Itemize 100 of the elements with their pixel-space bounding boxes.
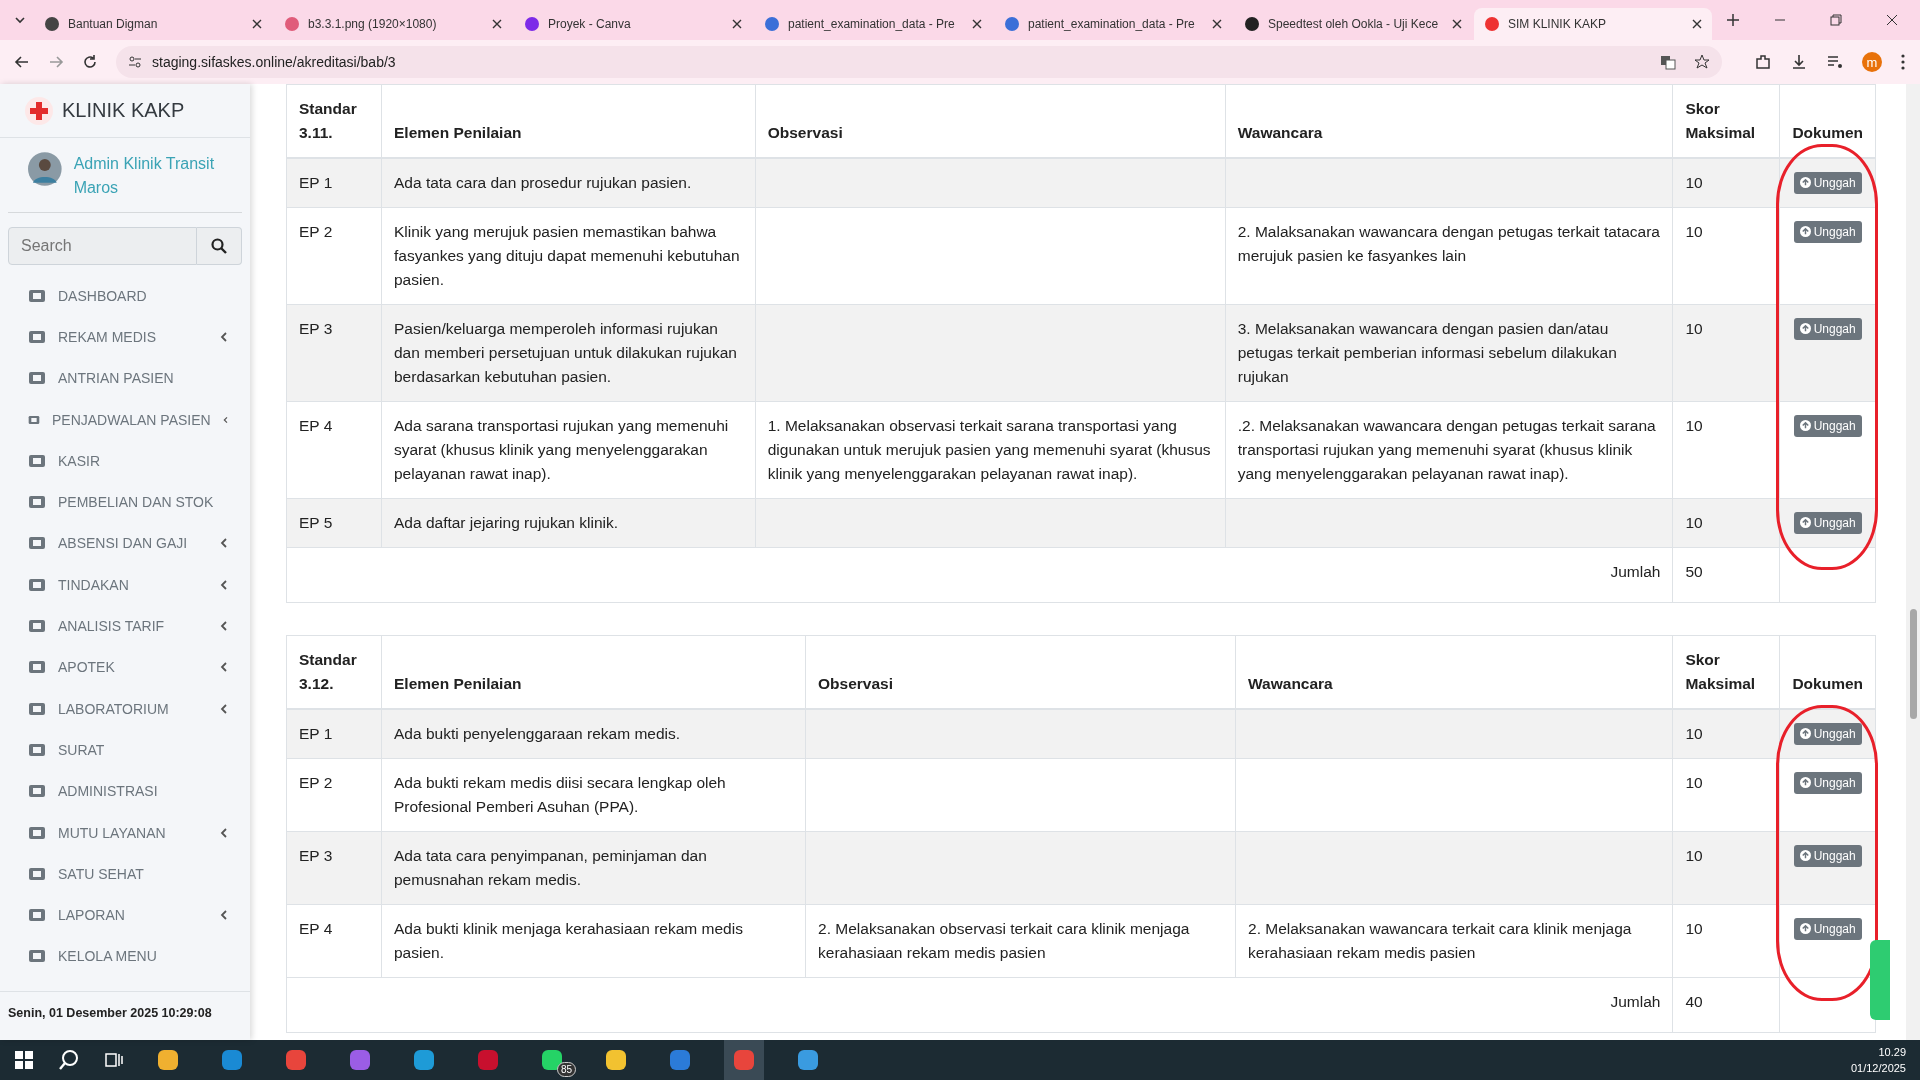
close-icon[interactable] (1212, 19, 1222, 29)
media-icon[interactable] (1826, 53, 1844, 71)
sidebar-item[interactable]: KASIR (0, 440, 250, 482)
close-icon[interactable] (252, 19, 262, 29)
sidebar-item[interactable]: ADMINISTRASI (0, 770, 250, 812)
caret-icon (220, 579, 228, 590)
clock-time: 10.29 (1878, 1045, 1906, 1060)
upload-button[interactable]: Unggah (1793, 171, 1862, 194)
upload-icon (1799, 777, 1811, 788)
scrollbar[interactable] (1906, 84, 1920, 1040)
interview-text: 2. Malaksanakan wawancara dengan petugas terkait tatacara merujuk pasien ke fasyankes lain (1237, 223, 1660, 264)
search-button[interactable] (197, 227, 242, 265)
upload-button[interactable]: Unggah (1793, 220, 1862, 243)
taskbar-app-icon[interactable] (156, 1048, 180, 1072)
sidebar-item[interactable]: TINDAKAN (0, 564, 250, 606)
close-icon[interactable] (732, 19, 742, 29)
user-avatar (28, 152, 62, 186)
upload-button[interactable]: Unggah (1793, 317, 1862, 340)
menu-item-icon (28, 535, 46, 552)
menu-item-icon (28, 824, 46, 841)
element-text: Ada daftar jejaring rujukan klinik. (394, 514, 618, 531)
profile-avatar[interactable]: m (1862, 52, 1882, 72)
brand-name: KLINIK KAKP (62, 99, 185, 122)
browser-tab[interactable]: patient_examination_data - Pre (994, 8, 1232, 40)
upload-button[interactable]: Unggah (1793, 844, 1862, 867)
caret-icon (220, 331, 228, 342)
upload-button[interactable]: Unggah (1793, 511, 1862, 534)
address-field[interactable]: staging.sifaskes.online/akreditasi/bab/3 (116, 46, 1722, 78)
back-icon[interactable] (14, 54, 30, 70)
standard-header: Standar 3.11. (299, 100, 357, 141)
menu-icon[interactable] (1900, 53, 1906, 71)
menu-item-icon (28, 700, 46, 717)
download-icon[interactable] (1790, 53, 1808, 71)
browser-tab[interactable]: Bantuan Digman (34, 8, 272, 40)
taskbar-app-icon[interactable] (220, 1048, 244, 1072)
user-name[interactable]: Admin Klinik Transit Maros (73, 152, 222, 200)
menu-item-icon (28, 494, 46, 511)
browser-tab[interactable]: SIM KLINIK KAKP (1474, 8, 1712, 40)
sidebar-item[interactable]: PEMBELIAN DAN STOK (0, 481, 250, 523)
sidebar-item[interactable]: SURAT (0, 729, 250, 771)
caret-icon (220, 827, 228, 838)
close-icon[interactable] (972, 19, 982, 29)
close-icon[interactable] (492, 19, 502, 29)
menu-item-icon (28, 576, 46, 593)
sidebar-item[interactable]: ANALISIS TARIF (0, 605, 250, 647)
taskbar-app-icon[interactable] (412, 1048, 436, 1072)
search-icon[interactable] (58, 1049, 80, 1071)
new-tab-icon[interactable] (1726, 13, 1740, 27)
taskbar-app-icon[interactable] (604, 1048, 628, 1072)
search-field[interactable]: Search (8, 227, 197, 265)
menu-item-icon (28, 659, 46, 676)
caret-icon (220, 538, 228, 549)
sidebar-item[interactable]: DASHBOARD (0, 275, 250, 317)
windows-start-icon[interactable] (14, 1050, 34, 1070)
favicon-icon (524, 16, 540, 32)
ep-label: EP 4 (299, 920, 333, 937)
interview-text: .2. Melaksanakan wawancara dengan petugas terkait sarana transportasi rujukan yang memenuhi syarat (khusus klinik yang menyelenggarakan pelayanan rawat inap). (1237, 417, 1656, 482)
caret-icon (220, 910, 228, 921)
reload-icon[interactable] (82, 54, 98, 70)
upload-button[interactable]: Unggah (1793, 414, 1862, 437)
sidebar-item[interactable]: LAPORAN (0, 894, 250, 936)
upload-button[interactable]: Unggah (1793, 722, 1862, 745)
favicon-icon (1004, 16, 1020, 32)
task-view-icon[interactable] (104, 1050, 124, 1070)
close-icon[interactable] (1452, 19, 1462, 29)
browser-tab[interactable]: b3.3.1.png (1920×1080) (274, 8, 512, 40)
sidebar-item[interactable]: PENJADWALAN PASIEN (0, 398, 250, 441)
translate-icon[interactable] (1660, 54, 1676, 70)
sidebar-item[interactable]: ANTRIAN PASIEN (0, 357, 250, 399)
taskbar-app-icon[interactable] (284, 1048, 308, 1072)
close-icon[interactable] (1692, 19, 1702, 29)
clinic-logo-icon (24, 95, 54, 126)
sidebar-item[interactable]: SATU SEHAT (0, 853, 250, 895)
extensions-icon[interactable] (1754, 53, 1772, 71)
upload-button[interactable]: Unggah (1793, 771, 1862, 794)
restore-icon[interactable] (1830, 14, 1842, 26)
upload-button[interactable]: Unggah (1793, 917, 1862, 940)
taskbar-app-icon[interactable] (796, 1048, 820, 1072)
browser-tab[interactable]: Proyek - Canva (514, 8, 752, 40)
ep-label: EP 1 (299, 174, 333, 191)
star-icon[interactable] (1694, 54, 1710, 70)
score-value: 10 (1685, 774, 1703, 791)
observation-text: 1. Melaksanakan observasi terkait sarana transportasi yang digunakan untuk merujuk pasien yang memenuhi syarat (khusus klinik yang menyelenggarakan pelayanan rawat inap). (767, 417, 1211, 482)
sidebar-item[interactable]: KELOLA MENU (0, 935, 250, 978)
element-text: Ada bukti penyelenggaraan rekam medis. (394, 725, 681, 742)
forward-icon[interactable] (48, 54, 64, 70)
sidebar-item[interactable]: MUTU LAYANAN (0, 811, 250, 854)
score-header: Skor Maksimal (1685, 100, 1756, 141)
sidebar-item[interactable]: REKAM MEDIS (0, 316, 250, 358)
ep-label: EP 2 (299, 774, 333, 791)
site-info-icon[interactable] (128, 55, 142, 69)
browser-tab[interactable]: patient_examination_data - Pre (754, 8, 992, 40)
close-icon[interactable] (1886, 14, 1898, 26)
browser-tab[interactable]: Speedtest oleh Ookla - Uji Kece (1234, 8, 1472, 40)
document-header: Dokumen (1792, 124, 1863, 141)
sidebar-item[interactable]: APOTEK (0, 646, 250, 688)
sidebar-item[interactable]: ABSENSI DAN GAJI (0, 522, 250, 565)
sidebar-item[interactable]: LABORATORIUM (0, 687, 250, 730)
taskbar-app-icon[interactable] (348, 1048, 372, 1072)
interview-text: 2. Melaksanakan wawancara terkait cara klinik menjaga kerahasiaan rekam medis pasien (1248, 920, 1632, 961)
